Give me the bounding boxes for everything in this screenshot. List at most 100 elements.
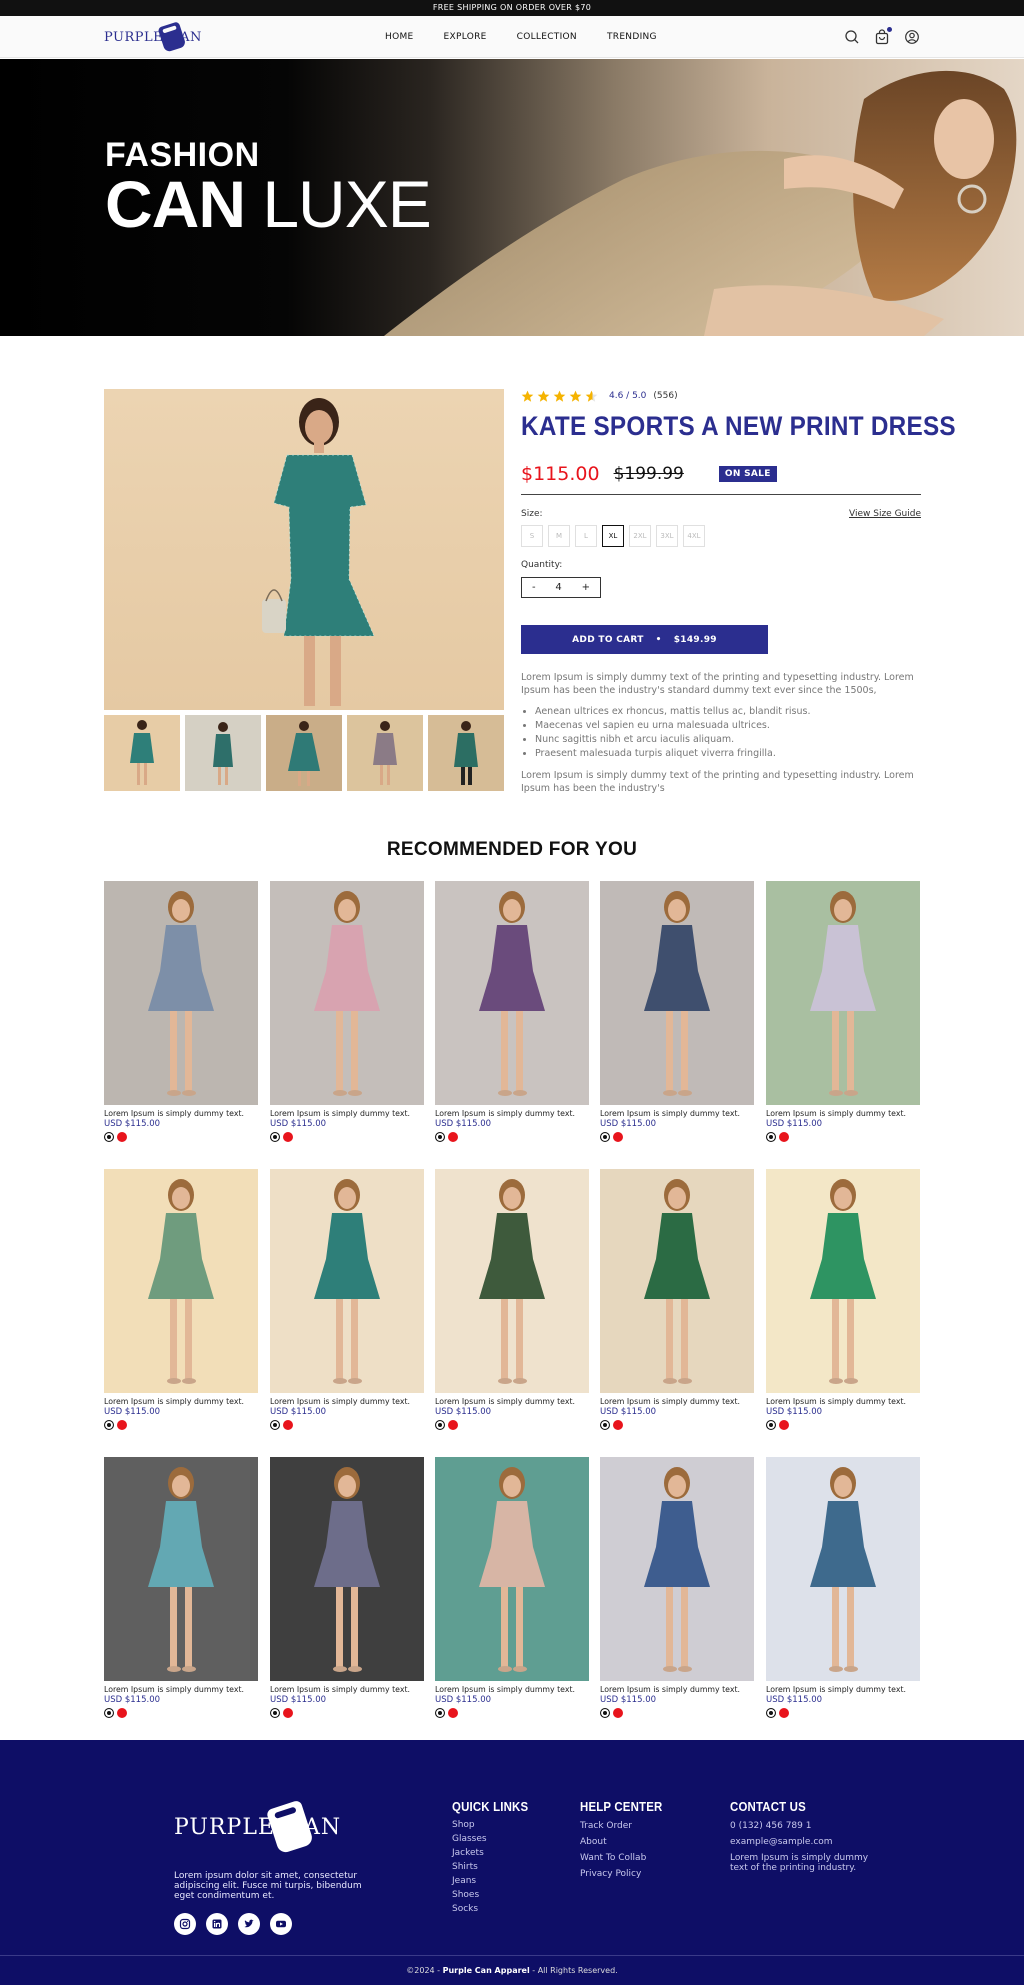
size-option-s[interactable]: S xyxy=(521,525,543,547)
product-card[interactable]: Lorem Ipsum is simply dummy text. USD $11… xyxy=(104,881,258,1142)
nav-home[interactable]: HOME xyxy=(385,32,414,42)
swatch-black[interactable] xyxy=(104,1420,114,1430)
product-card-image[interactable] xyxy=(435,881,589,1105)
product-main-image[interactable] xyxy=(104,389,504,710)
swatch-black[interactable] xyxy=(270,1132,280,1142)
swatch-red[interactable] xyxy=(613,1708,623,1718)
linkedin-icon[interactable] xyxy=(206,1913,228,1935)
product-card-image[interactable] xyxy=(600,881,754,1105)
footer-logo[interactable]: PURPLE AN xyxy=(174,1799,341,1855)
footer-link-glasses[interactable]: Glasses xyxy=(452,1832,539,1846)
product-card[interactable]: Lorem Ipsum is simply dummy text. USD $11… xyxy=(600,1457,754,1718)
footer-link-collab[interactable]: Want To Collab xyxy=(580,1850,674,1866)
product-card-name[interactable]: Lorem Ipsum is simply dummy text. xyxy=(104,1685,258,1694)
swatch-red[interactable] xyxy=(117,1132,127,1142)
review-count[interactable]: (556) xyxy=(653,391,677,401)
size-option-l[interactable]: L xyxy=(575,525,597,547)
footer-link-shirts[interactable]: Shirts xyxy=(452,1860,539,1874)
swatch-red[interactable] xyxy=(448,1708,458,1718)
footer-link-jeans[interactable]: Jeans xyxy=(452,1874,539,1888)
product-card[interactable]: Lorem Ipsum is simply dummy text. USD $11… xyxy=(270,881,424,1142)
product-card-image[interactable] xyxy=(104,881,258,1105)
product-card-image[interactable] xyxy=(600,1169,754,1393)
product-card-image[interactable] xyxy=(766,1169,920,1393)
product-card-image[interactable] xyxy=(104,1169,258,1393)
product-card[interactable]: Lorem Ipsum is simply dummy text. USD $11… xyxy=(435,1457,589,1718)
product-card-name[interactable]: Lorem Ipsum is simply dummy text. xyxy=(104,1109,258,1118)
swatch-red[interactable] xyxy=(283,1132,293,1142)
add-to-cart-button[interactable]: ADD TO CART • $149.99 xyxy=(521,625,768,654)
size-option-m[interactable]: M xyxy=(548,525,570,547)
swatch-red[interactable] xyxy=(448,1420,458,1430)
product-card-name[interactable]: Lorem Ipsum is simply dummy text. xyxy=(600,1685,754,1694)
product-card-name[interactable]: Lorem Ipsum is simply dummy text. xyxy=(600,1109,754,1118)
size-guide-link[interactable]: View Size Guide xyxy=(849,509,921,519)
product-card-image[interactable] xyxy=(766,1457,920,1681)
swatch-red[interactable] xyxy=(613,1132,623,1142)
product-card[interactable]: Lorem Ipsum is simply dummy text. USD $11… xyxy=(766,881,920,1142)
cart-icon[interactable] xyxy=(874,27,892,45)
contact-phone[interactable]: 0 (132) 456 789 1 xyxy=(730,1818,880,1834)
youtube-icon[interactable] xyxy=(270,1913,292,1935)
size-option-3xl[interactable]: 3XL xyxy=(656,525,678,547)
swatch-black[interactable] xyxy=(600,1420,610,1430)
swatch-black[interactable] xyxy=(104,1132,114,1142)
size-option-4xl[interactable]: 4XL xyxy=(683,525,705,547)
swatch-black[interactable] xyxy=(435,1132,445,1142)
thumbnail-1[interactable] xyxy=(104,715,180,791)
brand-logo[interactable]: PURPLE AN xyxy=(104,20,202,54)
product-card[interactable]: Lorem Ipsum is simply dummy text. USD $11… xyxy=(766,1169,920,1430)
swatch-black[interactable] xyxy=(600,1708,610,1718)
swatch-black[interactable] xyxy=(104,1708,114,1718)
product-card-name[interactable]: Lorem Ipsum is simply dummy text. xyxy=(435,1397,589,1406)
swatch-black[interactable] xyxy=(766,1132,776,1142)
product-card-image[interactable] xyxy=(270,881,424,1105)
product-card[interactable]: Lorem Ipsum is simply dummy text. USD $11… xyxy=(600,1169,754,1430)
twitter-icon[interactable] xyxy=(238,1913,260,1935)
thumbnail-3[interactable] xyxy=(266,715,342,791)
size-option-2xl[interactable]: 2XL xyxy=(629,525,651,547)
product-card[interactable]: Lorem Ipsum is simply dummy text. USD $11… xyxy=(766,1457,920,1718)
product-card-image[interactable] xyxy=(270,1169,424,1393)
footer-link-privacy[interactable]: Privacy Policy xyxy=(580,1866,674,1882)
product-card-image[interactable] xyxy=(435,1169,589,1393)
product-card[interactable]: Lorem Ipsum is simply dummy text. USD $11… xyxy=(435,881,589,1142)
product-card[interactable]: Lorem Ipsum is simply dummy text. USD $11… xyxy=(270,1169,424,1430)
nav-explore[interactable]: EXPLORE xyxy=(444,32,487,42)
product-card-image[interactable] xyxy=(104,1457,258,1681)
product-card-name[interactable]: Lorem Ipsum is simply dummy text. xyxy=(270,1397,424,1406)
product-card-name[interactable]: Lorem Ipsum is simply dummy text. xyxy=(270,1685,424,1694)
product-card-name[interactable]: Lorem Ipsum is simply dummy text. xyxy=(766,1685,920,1694)
product-card-image[interactable] xyxy=(270,1457,424,1681)
product-card-name[interactable]: Lorem Ipsum is simply dummy text. xyxy=(104,1397,258,1406)
swatch-red[interactable] xyxy=(117,1420,127,1430)
footer-link-track-order[interactable]: Track Order xyxy=(580,1818,674,1834)
product-card-name[interactable]: Lorem Ipsum is simply dummy text. xyxy=(435,1685,589,1694)
footer-link-jackets[interactable]: Jackets xyxy=(452,1846,539,1860)
thumbnail-5[interactable] xyxy=(428,715,504,791)
swatch-red[interactable] xyxy=(448,1132,458,1142)
product-card-name[interactable]: Lorem Ipsum is simply dummy text. xyxy=(766,1109,920,1118)
product-card-image[interactable] xyxy=(435,1457,589,1681)
footer-link-socks[interactable]: Socks xyxy=(452,1902,539,1916)
qty-value[interactable]: 4 xyxy=(555,582,561,593)
contact-email[interactable]: example@sample.com xyxy=(730,1834,880,1850)
swatch-black[interactable] xyxy=(270,1708,280,1718)
swatch-red[interactable] xyxy=(779,1132,789,1142)
product-card[interactable]: Lorem Ipsum is simply dummy text. USD $11… xyxy=(104,1457,258,1718)
user-icon[interactable] xyxy=(904,29,920,45)
product-card[interactable]: Lorem Ipsum is simply dummy text. USD $11… xyxy=(104,1169,258,1430)
product-card-image[interactable] xyxy=(600,1457,754,1681)
swatch-black[interactable] xyxy=(435,1420,445,1430)
swatch-black[interactable] xyxy=(435,1708,445,1718)
swatch-red[interactable] xyxy=(283,1420,293,1430)
swatch-black[interactable] xyxy=(600,1132,610,1142)
size-option-xl[interactable]: XL xyxy=(602,525,624,547)
swatch-black[interactable] xyxy=(270,1420,280,1430)
search-icon[interactable] xyxy=(844,29,860,45)
footer-link-about[interactable]: About xyxy=(580,1834,674,1850)
product-card-name[interactable]: Lorem Ipsum is simply dummy text. xyxy=(270,1109,424,1118)
swatch-red[interactable] xyxy=(779,1708,789,1718)
product-card-name[interactable]: Lorem Ipsum is simply dummy text. xyxy=(766,1397,920,1406)
product-card[interactable]: Lorem Ipsum is simply dummy text. USD $11… xyxy=(435,1169,589,1430)
